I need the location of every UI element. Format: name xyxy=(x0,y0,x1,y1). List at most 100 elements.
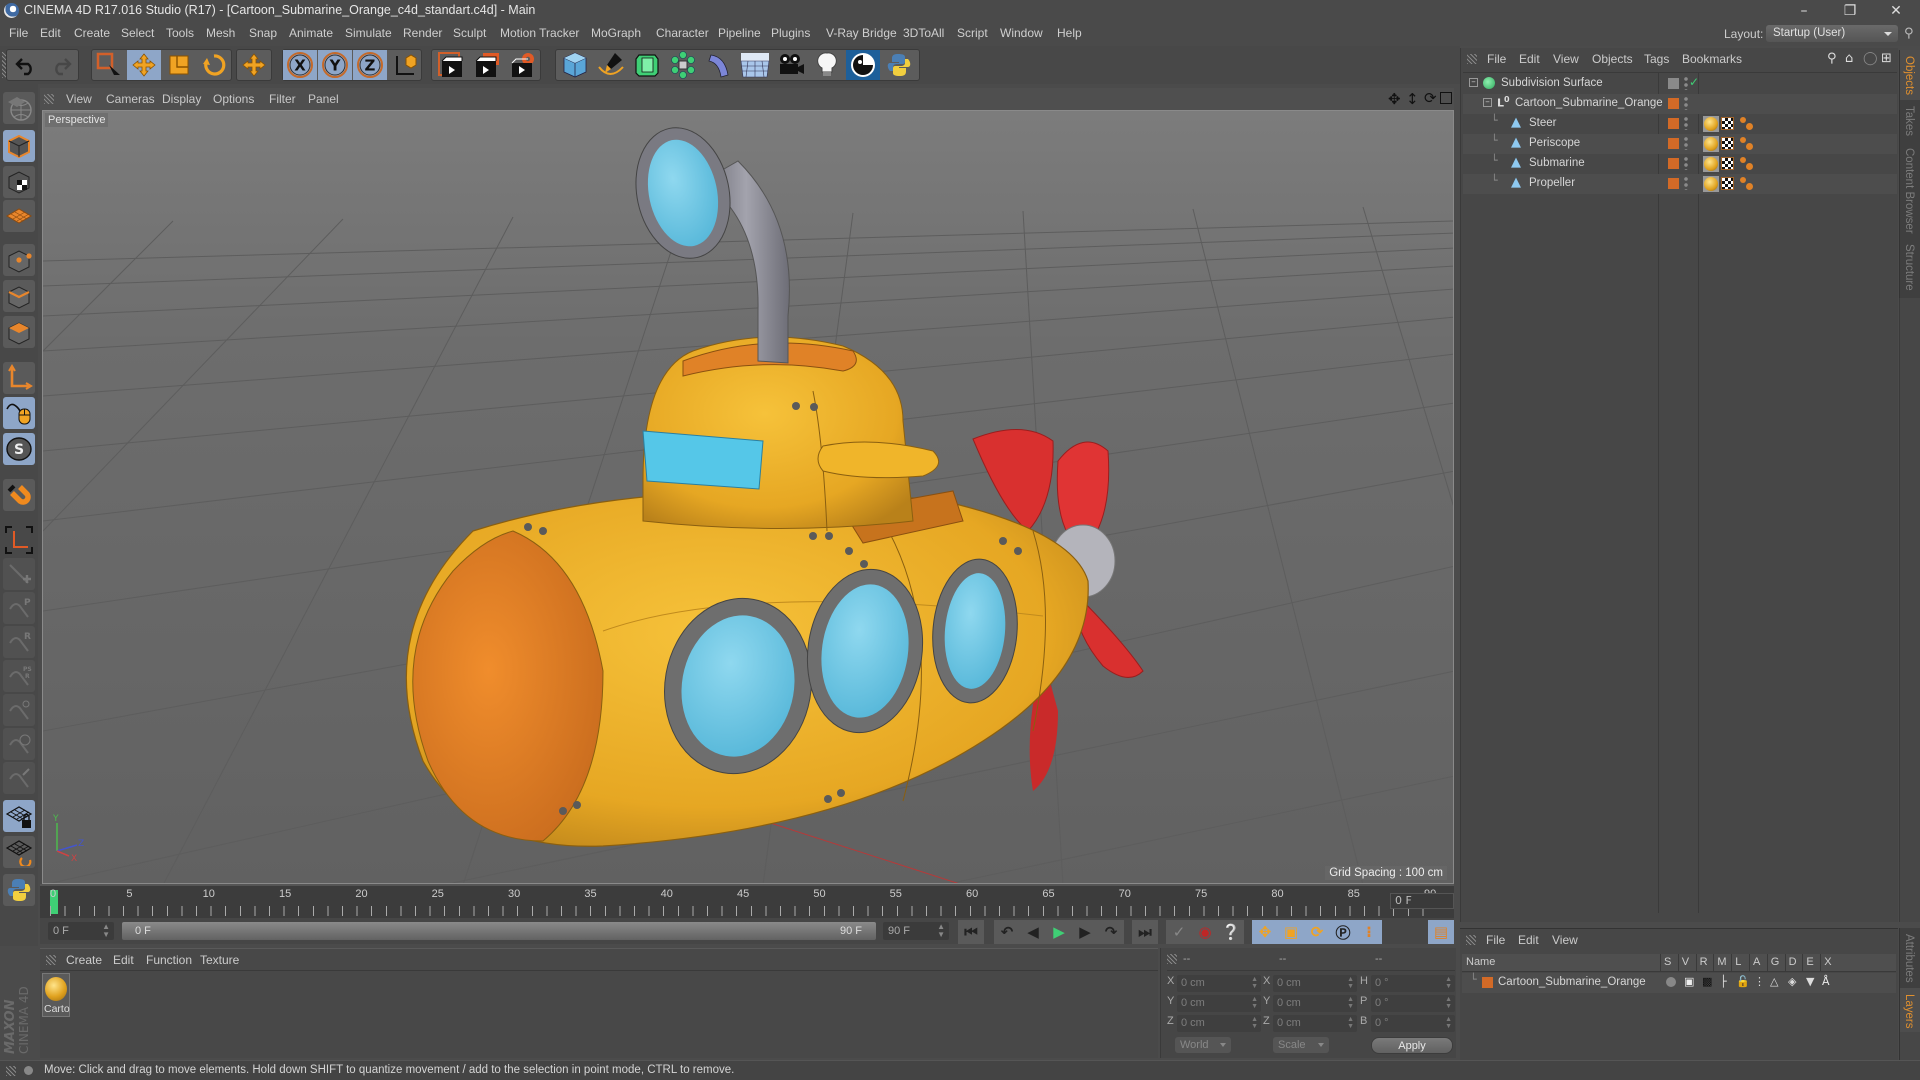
eye-icon[interactable]: ◯ xyxy=(1863,51,1878,66)
close-button[interactable]: ✕ xyxy=(1876,1,1916,21)
viewport-grip[interactable] xyxy=(44,94,54,104)
new-view-icon[interactable]: ⊞ xyxy=(1881,51,1892,66)
render-view-button[interactable] xyxy=(434,50,468,80)
texture-tag-icon[interactable] xyxy=(1721,157,1734,170)
material-swatch[interactable]: Carto xyxy=(42,973,70,1017)
viewport-menu-display[interactable]: Display xyxy=(162,92,201,106)
tweak-mode-button[interactable] xyxy=(3,397,35,429)
coordinate-mode-dropdown[interactable]: World xyxy=(1175,1037,1231,1053)
orbit-icon[interactable]: ⟳ xyxy=(1424,89,1437,107)
rotation-field[interactable]: 0 ° ▲ ▼ xyxy=(1371,995,1455,1012)
workplane-mode-button[interactable] xyxy=(3,200,35,232)
search-icon[interactable]: ⚲ xyxy=(1827,51,1837,66)
menu-tools[interactable]: Tools xyxy=(166,26,194,40)
menu-sculpt[interactable]: Sculpt xyxy=(453,26,486,40)
rotation-field[interactable]: 0 ° ▲ ▼ xyxy=(1371,975,1455,992)
menu-motion-tracker[interactable]: Motion Tracker xyxy=(500,26,579,40)
visible-toggle-icon[interactable]: ▣ xyxy=(1684,975,1694,988)
next-key-button[interactable]: ↷ xyxy=(1098,920,1124,944)
polygons-mode-button[interactable] xyxy=(3,316,35,348)
layer-flag-column[interactable]: G xyxy=(1771,956,1780,968)
expand-toggle-icon[interactable]: – xyxy=(1469,78,1478,87)
phong-tag-icon[interactable] xyxy=(1739,156,1755,172)
python-script-button[interactable] xyxy=(3,874,35,906)
xref-toggle-icon[interactable]: Å xyxy=(1822,975,1830,988)
layer-flag-column[interactable]: R xyxy=(1700,956,1708,968)
visibility-dots-icon[interactable] xyxy=(1684,76,1688,90)
menu-help[interactable]: Help xyxy=(1057,26,1082,40)
menu-simulate[interactable]: Simulate xyxy=(345,26,392,40)
y-axis-lock-button[interactable]: Y xyxy=(318,50,352,80)
texture-mode-button[interactable] xyxy=(3,166,35,198)
autokey-button[interactable]: ◉ xyxy=(1192,920,1218,944)
rotate-tool-button[interactable] xyxy=(197,50,231,80)
menu-script[interactable]: Script xyxy=(957,26,988,40)
menu-select[interactable]: Select xyxy=(121,26,154,40)
object-menu-file[interactable]: File xyxy=(1487,52,1506,66)
coordinates-grip[interactable] xyxy=(1167,954,1177,964)
layer-name-column[interactable]: Name xyxy=(1466,956,1495,968)
go-to-end-button[interactable]: ⏭ xyxy=(1132,920,1158,944)
tab-content-browser[interactable]: Content Browser xyxy=(1899,142,1920,238)
visibility-dots-icon[interactable] xyxy=(1684,156,1688,170)
tab-layers[interactable]: Layers xyxy=(1899,988,1920,1032)
camera-button[interactable] xyxy=(774,50,808,80)
x-axis-lock-button[interactable]: X xyxy=(283,50,317,80)
subdivision-surface-button[interactable] xyxy=(630,50,664,80)
phong-tag-icon[interactable] xyxy=(1739,176,1755,192)
menu-pipeline[interactable]: Pipeline xyxy=(718,26,761,40)
render-picture-viewer-button[interactable] xyxy=(470,50,504,80)
keyframe-selection-button[interactable]: ❔ xyxy=(1218,920,1244,944)
locked-workplane-button[interactable] xyxy=(3,524,35,556)
light-button[interactable] xyxy=(810,50,844,80)
solo-button[interactable]: S xyxy=(3,433,35,465)
texture-tag-icon[interactable] xyxy=(1721,117,1734,130)
key-scale-button[interactable]: ▣ xyxy=(1278,920,1304,944)
render-toggle-icon[interactable]: ▩ xyxy=(1702,975,1712,988)
status-grip[interactable] xyxy=(6,1066,16,1076)
material-menu-edit[interactable]: Edit xyxy=(113,953,134,967)
visibility-dots-icon[interactable] xyxy=(1684,136,1688,150)
material-menu-create[interactable]: Create xyxy=(66,953,102,967)
expressions-toggle-icon[interactable]: ▼ xyxy=(1806,975,1814,988)
layer-color-swatch[interactable] xyxy=(1668,98,1679,109)
layer-color-swatch[interactable] xyxy=(1668,138,1679,149)
layer-manager-grip[interactable] xyxy=(1466,935,1476,945)
position-field[interactable]: 0 cm ▲ ▼ xyxy=(1177,1015,1261,1032)
object-row[interactable]: └ ▲ Periscope xyxy=(1463,134,1897,154)
object-row[interactable]: └ ▲ Propeller xyxy=(1463,174,1897,194)
layer-slot-icon[interactable] xyxy=(1668,78,1679,89)
edges-mode-button[interactable] xyxy=(3,280,35,312)
material-menu-function[interactable]: Function xyxy=(146,953,192,967)
current-frame-field[interactable]: 0 F xyxy=(1390,893,1454,909)
scale-tool-button[interactable] xyxy=(162,50,196,80)
manager-toggle-icon[interactable]: ├ xyxy=(1720,975,1727,988)
frame-range-slider[interactable]: 0 F 90 F xyxy=(122,922,876,940)
move-position-button[interactable]: P xyxy=(3,592,35,624)
material-tag-icon[interactable] xyxy=(1703,116,1719,132)
viewport-menu-view[interactable]: View xyxy=(66,92,92,106)
viewport-menu-cameras[interactable]: Cameras xyxy=(106,92,155,106)
object-menu-edit[interactable]: Edit xyxy=(1519,52,1540,66)
material-tag-icon[interactable] xyxy=(1703,176,1719,192)
points-mode-button[interactable] xyxy=(3,244,35,276)
workplane-lock-button[interactable] xyxy=(3,800,35,832)
layer-flag-column[interactable]: S xyxy=(1664,956,1671,968)
material-menu-texture[interactable]: Texture xyxy=(200,953,239,967)
menu-character[interactable]: Character xyxy=(656,26,709,40)
menu-plugins[interactable]: Plugins xyxy=(771,26,810,40)
pan-icon[interactable]: ✥ xyxy=(1388,90,1401,108)
play-button[interactable]: ▶ xyxy=(1046,920,1072,944)
menu-create[interactable]: Create xyxy=(74,26,110,40)
move-children-button[interactable] xyxy=(3,762,35,794)
end-frame-field[interactable]: 90 F ▲ ▼ xyxy=(883,922,949,940)
start-frame-field[interactable]: 0 F ▲ ▼ xyxy=(48,922,114,940)
record-button[interactable]: ✓ xyxy=(1166,920,1192,944)
move-points-button[interactable] xyxy=(3,694,35,726)
object-menu-view[interactable]: View xyxy=(1553,52,1579,66)
previous-key-button[interactable]: ↶ xyxy=(994,920,1020,944)
key-rotation-button[interactable]: ⟳ xyxy=(1304,920,1330,944)
restore-button[interactable]: ❐ xyxy=(1830,1,1870,21)
coordinate-system-button[interactable] xyxy=(388,50,422,80)
expand-toggle-icon[interactable]: – xyxy=(1483,98,1492,107)
